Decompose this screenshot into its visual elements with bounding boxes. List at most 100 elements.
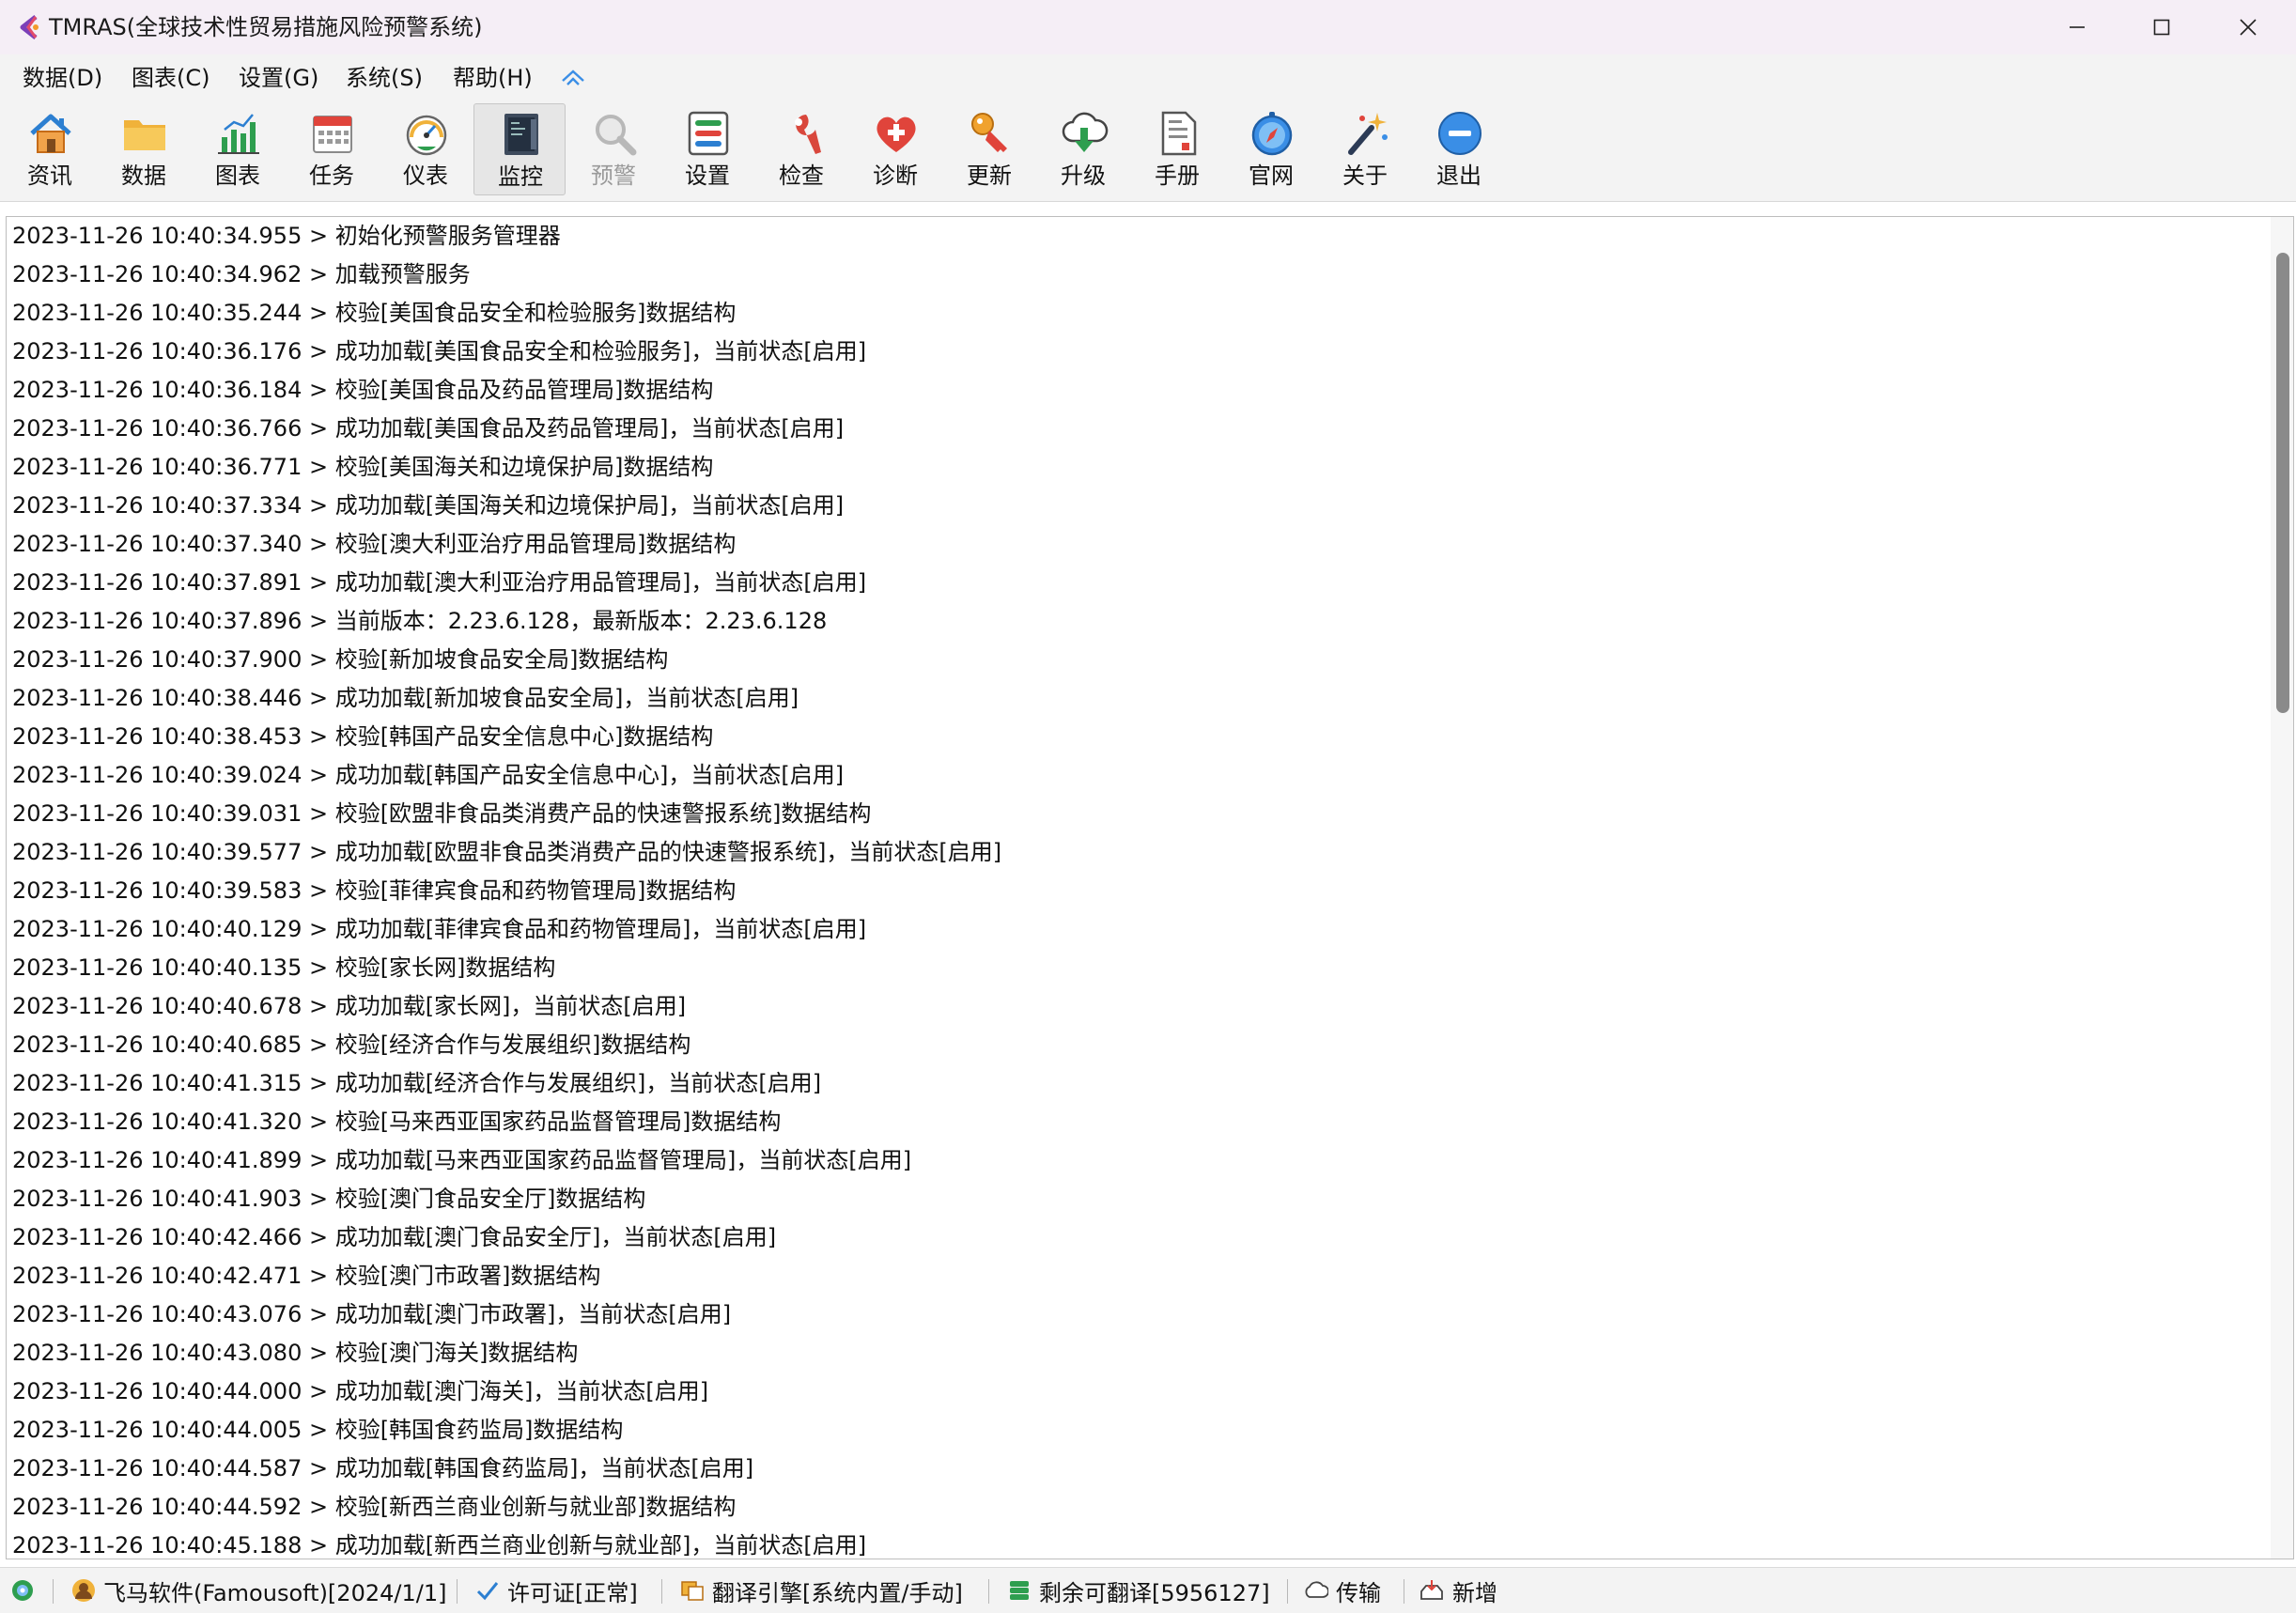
toolbar-check-button[interactable]: 检查 (755, 103, 847, 195)
magnifier-icon (596, 115, 637, 156)
log-line: 2023-11-26 10:40:40.678 > 成功加载[家长网]，当前状态… (12, 993, 687, 1019)
status-company[interactable]: 飞马软件(Famousoft)[2024/1/1] (71, 1568, 446, 1613)
folder-icon (124, 120, 165, 150)
toolbar-task-button[interactable]: 任务 (286, 103, 378, 195)
toolbar-label: 仪表 (403, 163, 448, 189)
compass-icon (1251, 112, 1293, 156)
status-add[interactable]: 新增 (1419, 1568, 1497, 1613)
title-bar[interactable]: TMRAS(全球技术性贸易措施风险预警系统) (0, 0, 2296, 54)
menu-data[interactable]: 数据(D) (17, 60, 108, 96)
status-separator (1287, 1579, 1288, 1604)
log-line: 2023-11-26 10:40:44.005 > 校验[韩国食药监局]数据结构 (12, 1417, 624, 1443)
status-transfer[interactable]: 传输 (1302, 1568, 1381, 1613)
log-line: 2023-11-26 10:40:40.135 > 校验[家长网]数据结构 (12, 954, 556, 981)
log-line: 2023-11-26 10:40:34.962 > 加载预警服务 (12, 261, 471, 287)
window-title: TMRAS(全球技术性贸易措施风险预警系统) (49, 14, 483, 40)
menu-chart[interactable]: 图表(C) (126, 60, 215, 96)
status-engine[interactable]: 翻译引擎[系统内置/手动] (680, 1568, 963, 1613)
toolbar-news-button[interactable]: 资讯 (4, 103, 96, 195)
log-line: 2023-11-26 10:40:36.771 > 校验[美国海关和边境保护局]… (12, 454, 714, 480)
status-engine-text: 翻译引擎[系统内置/手动] (712, 1579, 963, 1606)
status-separator (457, 1579, 458, 1604)
translate-engine-icon (681, 1581, 704, 1601)
status-bar: 飞马软件(Famousoft)[2024/1/1] 许可证[正常] 翻译引擎[系… (0, 1567, 2296, 1613)
toolbar-update-button[interactable]: 更新 (943, 103, 1035, 195)
log-line: 2023-11-26 10:40:35.244 > 校验[美国食品安全和检验服务… (12, 300, 737, 326)
log-line: 2023-11-26 10:40:37.340 > 校验[澳大利亚治疗用品管理局… (12, 531, 737, 557)
status-add-text: 新增 (1452, 1579, 1497, 1606)
log-line: 2023-11-26 10:40:43.080 > 校验[澳门海关]数据结构 (12, 1340, 579, 1366)
log-line: 2023-11-26 10:40:41.903 > 校验[澳门食品安全厅]数据结… (12, 1186, 646, 1212)
manual-doc-icon (1161, 111, 1197, 156)
toolbar: 资讯 数据 图表 任务 仪表 监控 预警 设置 检查 诊断 更新 升级 手册 官… (0, 101, 2296, 202)
toolbar-label: 升级 (1061, 163, 1106, 189)
scrollbar-thumb[interactable] (2276, 253, 2289, 713)
log-line: 2023-11-26 10:40:39.583 > 校验[菲律宾食品和药物管理局… (12, 877, 737, 904)
vertical-scrollbar[interactable] (2271, 217, 2293, 1559)
close-button[interactable] (2204, 0, 2292, 54)
toolbar-label: 官网 (1249, 163, 1294, 189)
menu-system[interactable]: 系统(S) (340, 60, 428, 96)
bar-chart-icon (218, 114, 259, 154)
wrench-icon (795, 115, 821, 154)
minimize-button[interactable] (2033, 0, 2121, 54)
toolbar-exit-button[interactable]: 退出 (1413, 103, 1505, 195)
magic-wand-icon (1348, 113, 1388, 155)
log-line: 2023-11-26 10:40:44.587 > 成功加载[韩国食药监局]，当… (12, 1455, 754, 1481)
key-icon (971, 113, 1007, 152)
log-panel[interactable]: 2023-11-26 10:40:34.955 > 初始化预警服务管理器 202… (6, 216, 2294, 1559)
toolbar-chart-button[interactable]: 图表 (192, 103, 284, 195)
toolbar-label: 退出 (1436, 163, 1482, 189)
database-stack-icon (1010, 1581, 1029, 1600)
log-line: 2023-11-26 10:40:42.466 > 成功加载[澳门食品安全厅]，… (12, 1224, 777, 1250)
maximize-button[interactable] (2118, 0, 2206, 54)
user-avatar-icon (72, 1579, 95, 1602)
log-line: 2023-11-26 10:40:34.955 > 初始化预警服务管理器 (12, 223, 561, 249)
toolbar-label: 检查 (779, 163, 824, 189)
checkmark-icon (476, 1582, 499, 1601)
toolbar-manual-button[interactable]: 手册 (1131, 103, 1223, 195)
log-line: 2023-11-26 10:40:44.592 > 校验[新西兰商业创新与就业部… (12, 1494, 737, 1520)
toolbar-settings-button[interactable]: 设置 (661, 103, 753, 195)
toolbar-label: 关于 (1342, 163, 1388, 189)
toolbar-monitor-button[interactable]: 监控 (473, 103, 566, 195)
cloud-icon (1305, 1581, 1328, 1598)
log-line: 2023-11-26 10:40:36.766 > 成功加载[美国食品及药品管理… (12, 415, 845, 442)
log-line: 2023-11-26 10:40:44.000 > 成功加载[澳门海关]，当前状… (12, 1378, 709, 1404)
toolbar-upgrade-button[interactable]: 升级 (1037, 103, 1129, 195)
collapse-ribbon-icon[interactable] (560, 68, 586, 88)
toolbar-label: 更新 (967, 163, 1012, 189)
log-line: 2023-11-26 10:40:38.453 > 校验[韩国产品安全信息中心]… (12, 723, 714, 750)
status-transfer-text: 传输 (1336, 1579, 1381, 1606)
toolbar-gauge-button[interactable]: 仪表 (380, 103, 472, 195)
toolbar-alert-button[interactable]: 预警 (567, 103, 659, 195)
toolbar-label: 设置 (685, 163, 730, 189)
toolbar-label: 手册 (1155, 163, 1200, 189)
toolbar-label: 预警 (591, 163, 636, 189)
inbox-add-icon (1420, 1580, 1443, 1600)
exit-minus-icon (1438, 112, 1482, 155)
menu-settings[interactable]: 设置(G) (233, 60, 324, 96)
log-line: 2023-11-26 10:40:37.334 > 成功加载[美国海关和边境保护… (12, 492, 845, 519)
status-location[interactable] (9, 1568, 43, 1613)
toolbar-label: 数据 (121, 163, 166, 189)
status-quota[interactable]: 剩余可翻译[5956127] (1007, 1568, 1270, 1613)
toolbar-diagnose-button[interactable]: 诊断 (849, 103, 941, 195)
toolbar-website-button[interactable]: 官网 (1225, 103, 1317, 195)
status-license[interactable]: 许可证[正常] (475, 1568, 638, 1613)
toolbar-label: 监控 (498, 163, 543, 190)
menu-help[interactable]: 帮助(H) (447, 60, 538, 96)
toolbar-label: 资讯 (27, 163, 72, 189)
maximize-icon (2153, 19, 2170, 36)
toolbar-about-button[interactable]: 关于 (1319, 103, 1411, 195)
toolbar-data-button[interactable]: 数据 (98, 103, 190, 195)
status-company-text: 飞马软件(Famousoft)[2024/1/1] (103, 1579, 447, 1606)
app-window: TMRAS(全球技术性贸易措施风险预警系统) 数据(D) 图表(C) 设置(G)… (0, 0, 2296, 1613)
log-line: 2023-11-26 10:40:36.176 > 成功加载[美国食品安全和检验… (12, 338, 867, 364)
location-pin-icon (12, 1580, 33, 1601)
close-icon (2240, 19, 2257, 36)
log-line: 2023-11-26 10:40:37.896 > 当前版本：2.23.6.12… (12, 608, 828, 634)
minimize-icon (2070, 26, 2085, 28)
menu-bar: 数据(D) 图表(C) 设置(G) 系统(S) 帮助(H) (0, 54, 2296, 101)
toolbar-label: 图表 (215, 163, 260, 189)
